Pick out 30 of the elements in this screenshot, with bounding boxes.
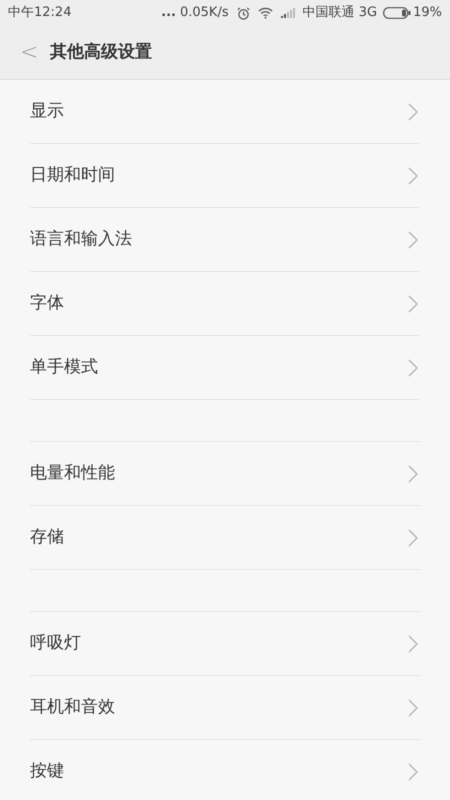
battery-icon: [383, 7, 412, 19]
battery-percent: 19%: [413, 4, 442, 22]
wifi-icon: [258, 7, 273, 19]
settings-item[interactable]: 日期和时间: [30, 144, 420, 208]
chevron-icon: [408, 762, 418, 780]
status-dots: ...: [161, 4, 176, 22]
chevron-icon: [408, 294, 418, 312]
chevron-icon: [408, 166, 418, 184]
chevron-icon: [408, 464, 418, 482]
alarm-icon: [236, 6, 250, 20]
chevron-icon: [408, 230, 418, 248]
signal-icon: [280, 8, 295, 18]
settings-item[interactable]: 呼吸灯: [30, 612, 420, 676]
settings-item[interactable]: 语言和输入法: [30, 208, 420, 272]
chevron-icon: [408, 102, 418, 120]
chevron-icon: [408, 634, 418, 652]
settings-item[interactable]: 按键: [30, 740, 420, 800]
settings-item[interactable]: 字体: [30, 272, 420, 336]
chevron-icon: [408, 358, 418, 376]
chevron-icon: [408, 698, 418, 716]
settings-item[interactable]: 显示: [30, 80, 420, 144]
network-speed: 0.05K/s: [180, 4, 229, 22]
settings-item[interactable]: 耳机和音效: [30, 676, 420, 740]
carrier-label: 中国联通 3G: [302, 4, 378, 22]
settings-item[interactable]: 电量和性能: [30, 442, 420, 506]
status-time: 中午12:24: [8, 4, 72, 22]
settings-item[interactable]: 存储: [30, 506, 420, 570]
chevron-icon: [408, 528, 418, 546]
page-title: 其他高级设置: [50, 40, 152, 64]
settings-item[interactable]: 单手模式: [30, 336, 420, 400]
